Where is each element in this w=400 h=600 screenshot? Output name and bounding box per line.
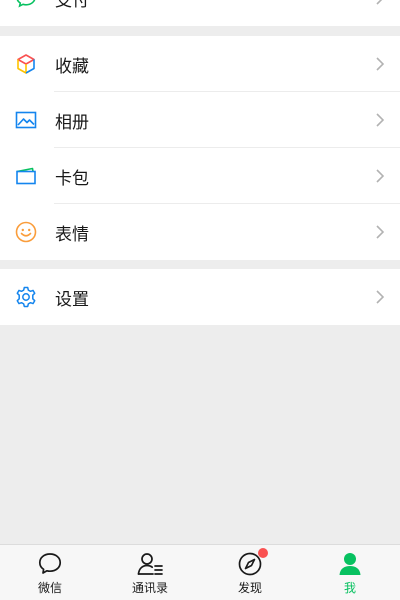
tab-discover[interactable]: 发现 — [200, 545, 300, 600]
favorites-cube-icon — [14, 52, 38, 76]
tab-label: 通讯录 — [131, 580, 168, 595]
chevron-right-icon — [374, 168, 386, 184]
wechat-pay-icon — [14, 0, 38, 10]
menu-item-label: 收藏 — [55, 56, 89, 77]
tab-chats[interactable]: 微信 — [0, 545, 100, 600]
tab-me[interactable]: 我 — [300, 545, 400, 600]
contacts-icon — [136, 550, 164, 578]
chevron-right-icon — [374, 0, 386, 6]
menu-item-settings[interactable]: 设置 — [0, 269, 400, 325]
menu-item-label: 设置 — [55, 289, 89, 310]
chevron-right-icon — [374, 224, 386, 240]
tab-contacts[interactable]: 通讯录 — [100, 545, 200, 600]
menu-item-stickers[interactable]: 表情 — [0, 204, 400, 260]
features-group: 收藏 相册 卡包 表情 — [0, 36, 400, 260]
chevron-right-icon — [374, 56, 386, 72]
tab-label: 微信 — [37, 580, 62, 595]
menu-item-favorites[interactable]: 收藏 — [0, 36, 400, 92]
chat-bubble-icon — [36, 550, 64, 578]
person-icon — [336, 550, 364, 578]
compass-icon — [236, 547, 268, 578]
menu-item-label: 支付 — [55, 0, 89, 11]
settings-group: 设置 — [0, 269, 400, 325]
pay-group: 支付 — [0, 0, 400, 26]
menu-item-pay[interactable]: 支付 — [0, 0, 400, 26]
bottom-tab-bar: 微信 通讯录 发现 我 — [0, 544, 400, 600]
smiley-face-icon — [14, 220, 38, 244]
chevron-right-icon — [374, 289, 386, 305]
menu-item-label: 卡包 — [55, 168, 89, 189]
gear-icon — [14, 285, 38, 309]
tab-label: 我 — [343, 580, 356, 595]
chevron-right-icon — [374, 112, 386, 128]
menu-item-label: 表情 — [55, 224, 89, 245]
tab-label: 发现 — [237, 580, 262, 595]
album-image-icon — [14, 108, 38, 132]
me-page: 支付 收藏 相册 卡包 表情 设置 微信 通讯录 发现 我 — [0, 0, 400, 600]
menu-item-label: 相册 — [55, 112, 89, 133]
menu-item-album[interactable]: 相册 — [0, 92, 400, 148]
card-wallet-icon — [14, 164, 38, 188]
notification-dot — [258, 547, 268, 558]
menu-item-card-wallet[interactable]: 卡包 — [0, 148, 400, 204]
